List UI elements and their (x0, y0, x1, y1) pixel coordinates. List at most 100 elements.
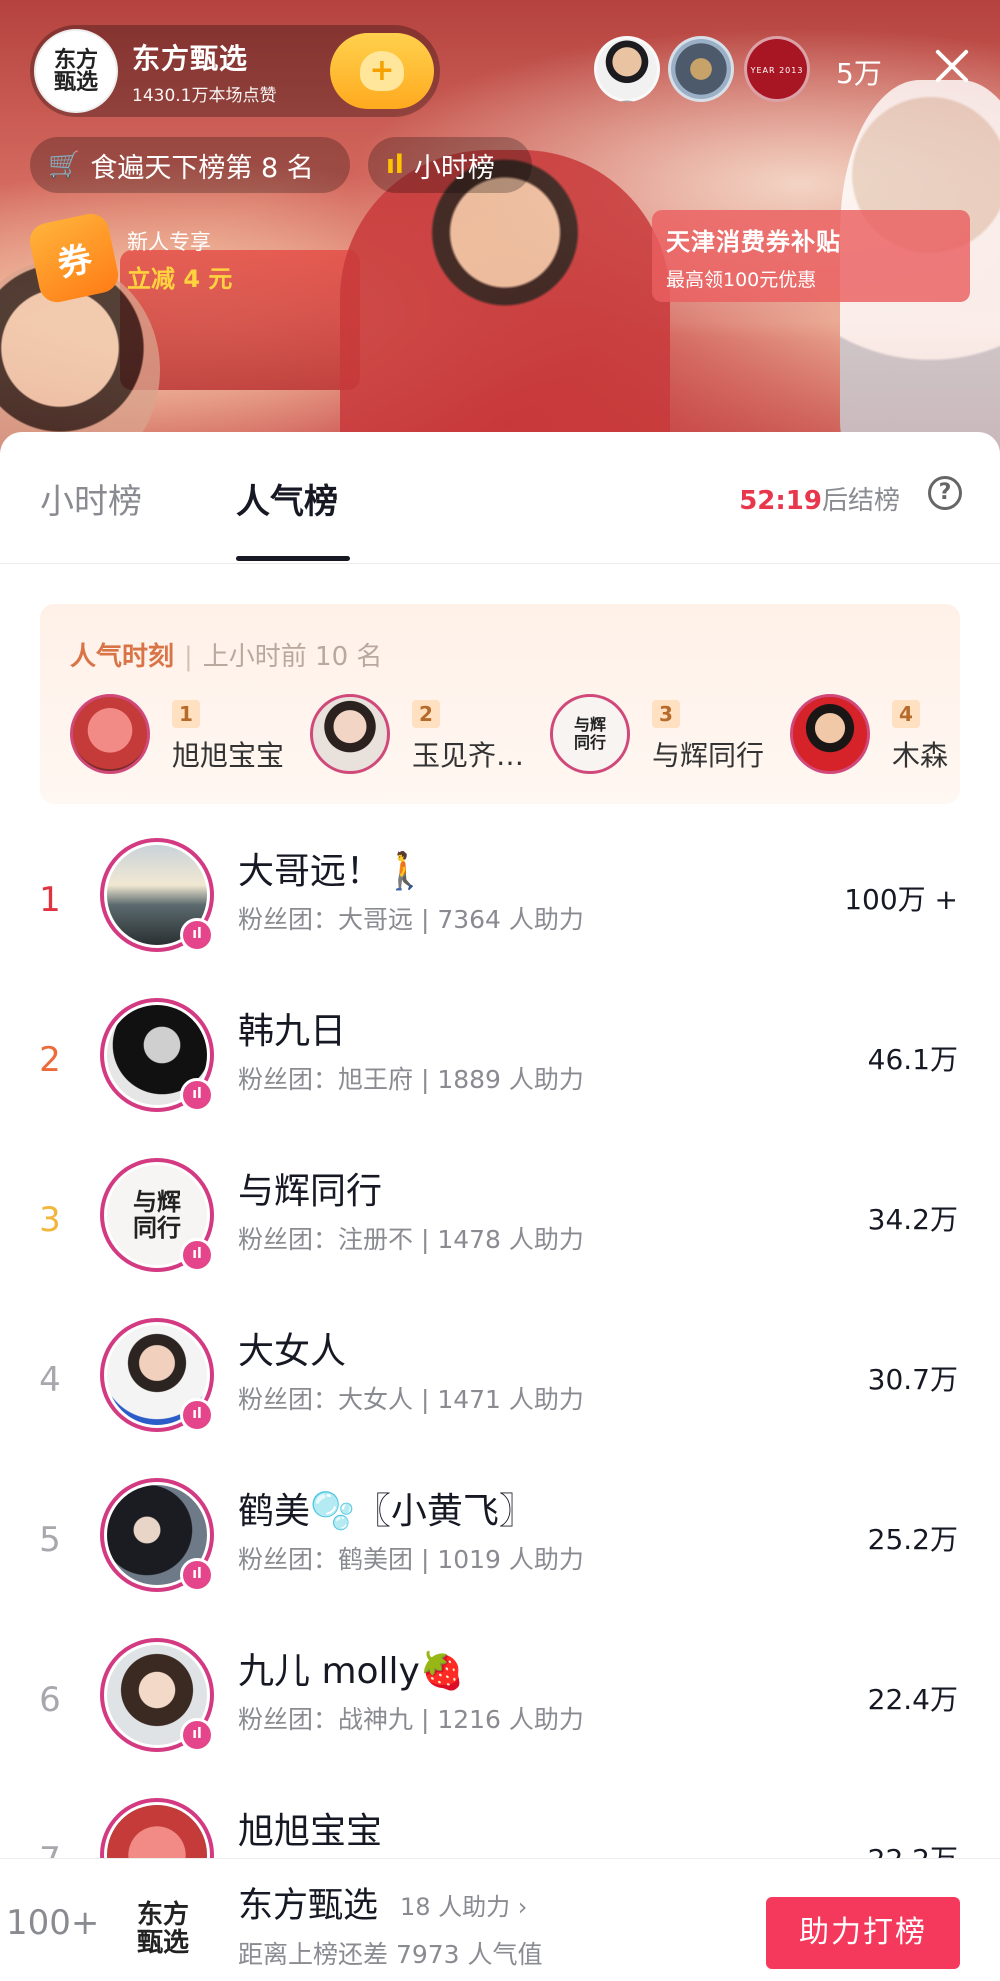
coupon-icon: 券 (26, 210, 122, 306)
ranking-row[interactable]: 1 ıl 大哥远！🚶 粉丝团：大哥远 | 7364 人助力 100万 + (0, 822, 1000, 982)
moment-item[interactable]: 4 木森 (790, 694, 960, 774)
fan-club-icon: ıl (180, 1238, 214, 1272)
hourly-rank-chip[interactable]: ıl 小时榜 (368, 137, 532, 193)
rank-number: 3 (39, 1200, 61, 1240)
stream-host-figure (340, 150, 670, 460)
moment-item[interactable]: 2 玉见齐… (310, 694, 530, 774)
subsidy-banner[interactable]: 天津消费券补贴 最高领100元优惠 (652, 210, 970, 302)
popularity-moment-card: 人气时刻 | 上小时前 10 名 1 旭旭宝宝 2 玉见齐… 与辉 同行 3 与辉同行… (40, 604, 960, 804)
moment-item-name: 旭旭宝宝 (172, 739, 285, 772)
viewer-avatar[interactable]: YEAR 2013 (744, 36, 810, 102)
host-name: 东方甄选 (132, 41, 249, 75)
leaderboard-panel: 小时榜 人气榜 52:19后结榜 ? 人气时刻 | 上小时前 10 名 1 旭旭宝宝… (0, 432, 1000, 1981)
newbie-coupon[interactable]: 券 新人专享 立减 4 元 (26, 210, 290, 306)
fan-club-info: 粉丝团：战神九 | 1216 人助力 (238, 1705, 584, 1734)
cart-icon: 🛒 (48, 150, 81, 180)
moment-item[interactable]: 1 旭旭宝宝 (70, 694, 290, 774)
rank-number: 6 (39, 1680, 61, 1720)
divider: | (184, 642, 193, 672)
countdown: 52:19后结榜 (739, 480, 900, 517)
avatar (310, 694, 390, 774)
rank-badge: 2 (412, 700, 440, 728)
user-name: 大女人 (238, 1331, 347, 1372)
subsidy-title: 天津消费券补贴 (666, 228, 841, 256)
moment-item[interactable]: 与辉 同行 3 与辉同行 (550, 694, 770, 774)
bar-chart-icon: ıl (386, 150, 404, 180)
ranking-row[interactable]: 2 ıl 韩九日 粉丝团：旭王府 | 1889 人助力 46.1万 (0, 982, 1000, 1142)
host-logo: 东方 甄选 (136, 1900, 189, 1958)
moment-desc: 上小时前 10 名 (202, 642, 383, 672)
my-help-count[interactable]: 18 人助力 › (400, 1887, 527, 1922)
subsidy-subtitle: 最高领100元优惠 (666, 269, 817, 291)
rank-badge: 1 (172, 700, 200, 728)
rank-number: 2 (39, 1040, 61, 1080)
popularity-score: 100万 + (844, 883, 958, 916)
host-info-pill[interactable]: 东方 甄选 东方甄选 1430.1万本场点赞 + (30, 25, 440, 117)
user-name: 鹤美🫧〖小黄飞〗 (238, 1491, 535, 1532)
viewer-count[interactable]: 5万 (836, 52, 882, 92)
host-avatar[interactable]: 东方 甄选 (118, 1879, 208, 1979)
countdown-suffix: 后结榜 (821, 486, 900, 516)
avatar (790, 694, 870, 774)
moment-title: 人气时刻 (70, 642, 175, 672)
user-name: 大哥远！🚶 (238, 851, 427, 892)
rank-badge: 3 (652, 700, 680, 728)
rank-number: 5 (39, 1520, 61, 1560)
active-tab-indicator (236, 556, 350, 561)
popularity-score: 30.7万 (867, 1363, 958, 1396)
countdown-time: 52:19 (739, 486, 822, 516)
leaderboard-tabs: 小时榜 人气榜 52:19后结榜 ? (0, 432, 1000, 564)
close-icon[interactable] (930, 44, 974, 88)
ranking-row[interactable]: 3 与辉 同行 ıl 与辉同行 粉丝团：注册不 | 1478 人助力 34.2万 (0, 1142, 1000, 1302)
follow-button[interactable]: + (330, 33, 434, 109)
avatar: 与辉 同行 (550, 694, 630, 774)
ranking-row[interactable]: 5 ıl 鹤美🫧〖小黄飞〗 粉丝团：鹤美团 | 1019 人助力 25.2万 (0, 1462, 1000, 1622)
moment-title-row: 人气时刻 | 上小时前 10 名 (70, 636, 382, 673)
moment-item-name: 与辉同行 (652, 739, 765, 772)
viewer-avatar[interactable] (594, 36, 660, 102)
gap-to-rank: 距离上榜还差 7973 人气值 (238, 1940, 543, 1969)
fan-club-icon: ıl (180, 1398, 214, 1432)
my-rank: 100+ (6, 1903, 100, 1943)
category-rank-label: 食遍天下榜第 8 名 (90, 152, 314, 184)
moment-item-name: 玉见齐… (412, 739, 525, 772)
user-name: 旭旭宝宝 (238, 1811, 383, 1852)
fan-club-info: 粉丝团：旭王府 | 1889 人助力 (238, 1065, 584, 1094)
user-name: 九儿 molly🍓 (238, 1651, 465, 1692)
user-name: 韩九日 (238, 1011, 347, 1052)
fan-club-icon: ıl (180, 1558, 214, 1592)
host-likes: 1430.1万本场点赞 (132, 85, 277, 106)
tab-popular[interactable]: 人气榜 (236, 474, 338, 523)
fan-club-icon: ıl (180, 918, 214, 952)
ranking-row[interactable]: 6 ıl 九儿 molly🍓 粉丝团：战神九 | 1216 人助力 22.4万 (0, 1622, 1000, 1782)
fan-club-info: 粉丝团：大哥远 | 7364 人助力 (238, 905, 584, 934)
my-name: 东方甄选 (238, 1886, 379, 1926)
fan-club-info: 粉丝团：鹤美团 | 1019 人助力 (238, 1545, 584, 1574)
popularity-score: 25.2万 (867, 1523, 958, 1556)
popularity-score: 22.4万 (867, 1683, 958, 1716)
host-logo: 东方 甄选 (53, 47, 98, 95)
rank-number: 4 (39, 1360, 61, 1400)
popularity-score: 34.2万 (867, 1203, 958, 1236)
category-rank-chip[interactable]: 🛒 食遍天下榜第 8 名 (30, 137, 350, 193)
viewer-avatar[interactable] (668, 36, 734, 102)
popularity-score: 46.1万 (867, 1043, 958, 1076)
tab-hourly[interactable]: 小时榜 (40, 474, 142, 523)
help-icon[interactable]: ? (928, 476, 962, 510)
rank-number: 1 (39, 880, 61, 920)
boost-rank-button[interactable]: 助力打榜 (766, 1897, 960, 1969)
avatar (70, 694, 150, 774)
moment-item-name: 木森 (892, 739, 949, 772)
fan-club-info: 粉丝团：注册不 | 1478 人助力 (238, 1225, 584, 1254)
hourly-rank-label: 小时榜 (413, 152, 495, 184)
my-rank-bar: 100+ 东方 甄选 东方甄选 18 人助力 › 距离上榜还差 7973 人气值 … (0, 1858, 1000, 1981)
fan-club-info: 粉丝团：大女人 | 1471 人助力 (238, 1385, 584, 1414)
rank-badge: 4 (892, 700, 920, 728)
fan-club-icon: ıl (180, 1718, 214, 1752)
heart-plus-icon: + (360, 51, 404, 91)
ranking-row[interactable]: 4 ıl 大女人 粉丝团：大女人 | 1471 人助力 30.7万 (0, 1302, 1000, 1462)
newbie-title: 新人专享 (127, 230, 211, 254)
host-avatar[interactable]: 东方 甄选 (34, 29, 118, 113)
newbie-amount: 立减 4 元 (127, 265, 233, 293)
user-name: 与辉同行 (238, 1171, 383, 1212)
